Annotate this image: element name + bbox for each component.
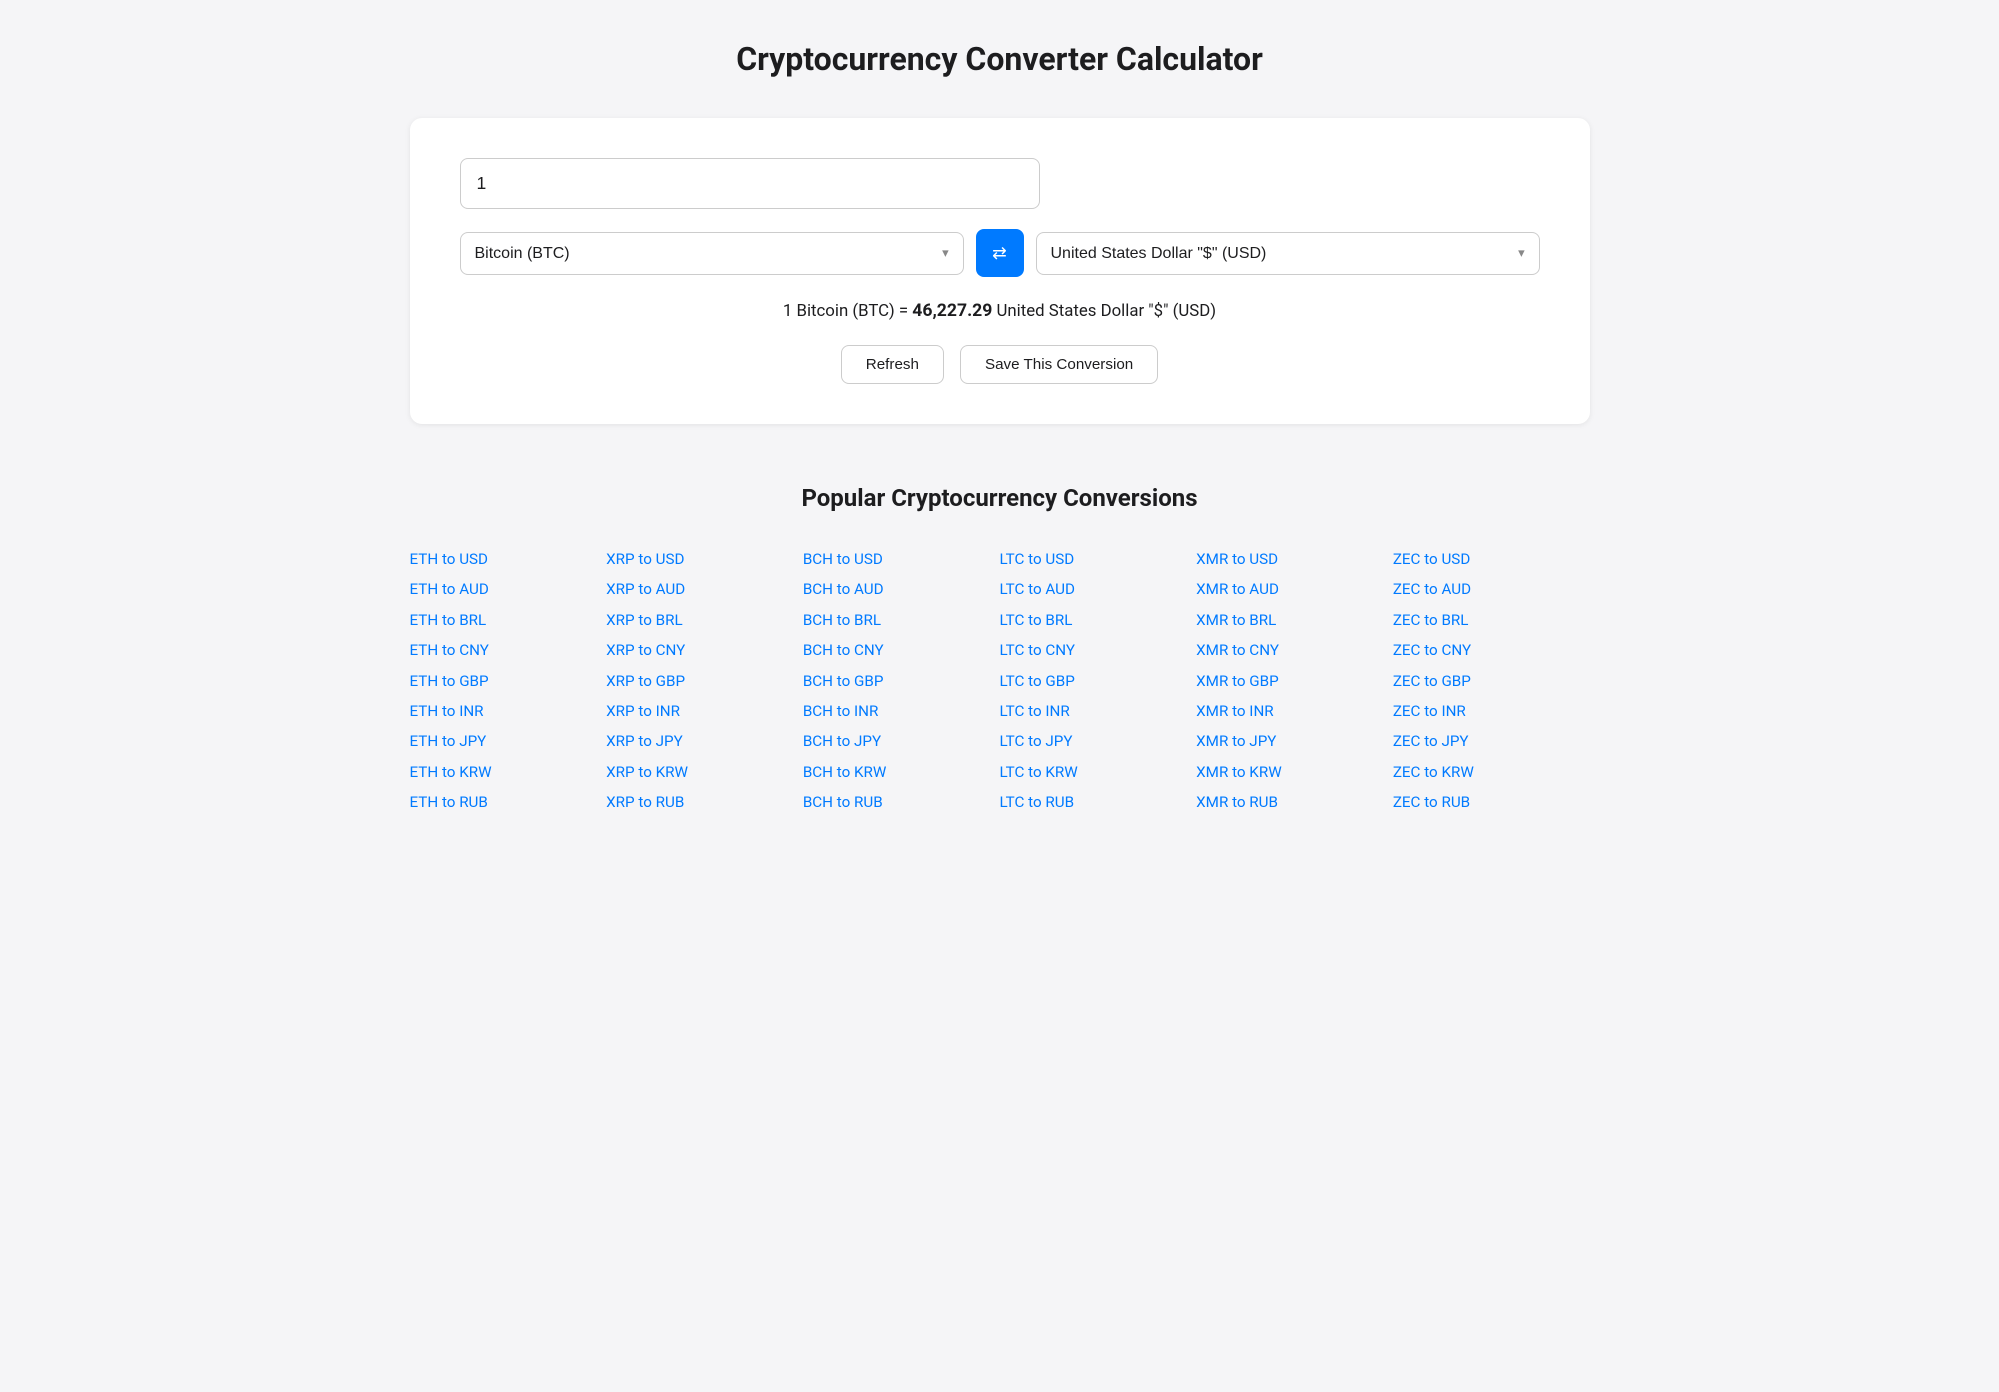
conversion-link[interactable]: XRP to AUD (606, 574, 803, 604)
conversion-link[interactable]: ZEC to GBP (1393, 666, 1590, 696)
conversion-link[interactable]: BCH to INR (803, 696, 1000, 726)
conversion-link[interactable]: LTC to AUD (1000, 574, 1197, 604)
conversion-link[interactable]: XRP to KRW (606, 757, 803, 787)
conversion-link[interactable]: XRP to RUB (606, 787, 803, 817)
conversion-link[interactable]: ETH to GBP (410, 666, 607, 696)
conversion-link[interactable]: ETH to INR (410, 696, 607, 726)
conversions-grid: ETH to USDETH to AUDETH to BRLETH to CNY… (410, 544, 1590, 818)
save-conversion-button[interactable]: Save This Conversion (960, 345, 1158, 384)
conversion-link[interactable]: XMR to CNY (1196, 635, 1393, 665)
from-chevron-icon: ▾ (942, 246, 948, 261)
conversion-link[interactable]: XMR to RUB (1196, 787, 1393, 817)
conversion-link[interactable]: ETH to AUD (410, 574, 607, 604)
conversion-link[interactable]: BCH to GBP (803, 666, 1000, 696)
conversion-column-0: ETH to USDETH to AUDETH to BRLETH to CNY… (410, 544, 607, 818)
selectors-row: Bitcoin (BTC) ▾ ⇄ United States Dollar "… (460, 229, 1540, 277)
conversion-link[interactable]: XMR to GBP (1196, 666, 1393, 696)
conversion-link[interactable]: ZEC to RUB (1393, 787, 1590, 817)
swap-button[interactable]: ⇄ (976, 229, 1024, 277)
from-currency-wrapper[interactable]: Bitcoin (BTC) ▾ (460, 232, 964, 275)
conversion-link[interactable]: LTC to KRW (1000, 757, 1197, 787)
conversion-link[interactable]: ZEC to USD (1393, 544, 1590, 574)
result-equals: = (899, 301, 912, 321)
conversion-link[interactable]: BCH to BRL (803, 605, 1000, 635)
conversion-column-4: XMR to USDXMR to AUDXMR to BRLXMR to CNY… (1196, 544, 1393, 818)
conversion-link[interactable]: XMR to AUD (1196, 574, 1393, 604)
conversion-column-5: ZEC to USDZEC to AUDZEC to BRLZEC to CNY… (1393, 544, 1590, 818)
conversion-link[interactable]: XRP to USD (606, 544, 803, 574)
conversion-link[interactable]: ETH to RUB (410, 787, 607, 817)
conversion-link[interactable]: LTC to USD (1000, 544, 1197, 574)
conversion-link[interactable]: XRP to BRL (606, 605, 803, 635)
conversion-link[interactable]: ZEC to AUD (1393, 574, 1590, 604)
conversion-link[interactable]: ZEC to KRW (1393, 757, 1590, 787)
conversion-link[interactable]: XMR to BRL (1196, 605, 1393, 635)
result-to-currency: United States Dollar "$" (USD) (997, 301, 1217, 321)
conversion-link[interactable]: ETH to BRL (410, 605, 607, 635)
conversion-link[interactable]: LTC to BRL (1000, 605, 1197, 635)
conversion-link[interactable]: ZEC to BRL (1393, 605, 1590, 635)
conversion-link[interactable]: LTC to GBP (1000, 666, 1197, 696)
conversion-link[interactable]: LTC to CNY (1000, 635, 1197, 665)
conversion-link[interactable]: BCH to JPY (803, 726, 1000, 756)
conversion-link[interactable]: XRP to CNY (606, 635, 803, 665)
refresh-button[interactable]: Refresh (841, 345, 944, 384)
conversion-link[interactable]: XMR to JPY (1196, 726, 1393, 756)
conversion-link[interactable]: XRP to INR (606, 696, 803, 726)
conversion-link[interactable]: LTC to RUB (1000, 787, 1197, 817)
conversion-link[interactable]: XMR to INR (1196, 696, 1393, 726)
conversion-link[interactable]: BCH to USD (803, 544, 1000, 574)
conversion-link[interactable]: BCH to KRW (803, 757, 1000, 787)
conversion-link[interactable]: ETH to USD (410, 544, 607, 574)
conversion-link[interactable]: LTC to INR (1000, 696, 1197, 726)
conversion-link[interactable]: LTC to JPY (1000, 726, 1197, 756)
converter-card: Bitcoin (BTC) ▾ ⇄ United States Dollar "… (410, 118, 1590, 424)
conversion-link[interactable]: BCH to RUB (803, 787, 1000, 817)
action-buttons: Refresh Save This Conversion (460, 345, 1540, 384)
conversion-link[interactable]: ZEC to INR (1393, 696, 1590, 726)
from-currency-select[interactable]: Bitcoin (BTC) (475, 245, 935, 262)
result-row: 1 Bitcoin (BTC) = 46,227.29 United State… (460, 301, 1540, 321)
conversion-link[interactable]: ETH to JPY (410, 726, 607, 756)
conversion-column-3: LTC to USDLTC to AUDLTC to BRLLTC to CNY… (1000, 544, 1197, 818)
conversion-link[interactable]: ZEC to CNY (1393, 635, 1590, 665)
to-currency-wrapper[interactable]: United States Dollar "$" (USD) ▾ (1036, 232, 1540, 275)
page-title: Cryptocurrency Converter Calculator (60, 40, 1939, 78)
conversion-link[interactable]: XMR to USD (1196, 544, 1393, 574)
conversion-link[interactable]: BCH to AUD (803, 574, 1000, 604)
conversion-link[interactable]: ETH to CNY (410, 635, 607, 665)
conversion-link[interactable]: XRP to GBP (606, 666, 803, 696)
to-currency-select[interactable]: United States Dollar "$" (USD) (1051, 245, 1511, 262)
conversion-link[interactable]: XRP to JPY (606, 726, 803, 756)
to-chevron-icon: ▾ (1518, 246, 1524, 261)
conversion-link[interactable]: BCH to CNY (803, 635, 1000, 665)
swap-icon: ⇄ (992, 243, 1007, 264)
conversion-link[interactable]: XMR to KRW (1196, 757, 1393, 787)
conversion-link[interactable]: ZEC to JPY (1393, 726, 1590, 756)
popular-title: Popular Cryptocurrency Conversions (410, 484, 1590, 512)
conversion-column-2: BCH to USDBCH to AUDBCH to BRLBCH to CNY… (803, 544, 1000, 818)
result-from-text: 1 Bitcoin (BTC) (783, 301, 895, 321)
conversion-column-1: XRP to USDXRP to AUDXRP to BRLXRP to CNY… (606, 544, 803, 818)
popular-section: Popular Cryptocurrency Conversions ETH t… (410, 484, 1590, 818)
amount-input[interactable] (460, 158, 1040, 209)
result-value: 46,227.29 (912, 301, 992, 321)
conversion-link[interactable]: ETH to KRW (410, 757, 607, 787)
